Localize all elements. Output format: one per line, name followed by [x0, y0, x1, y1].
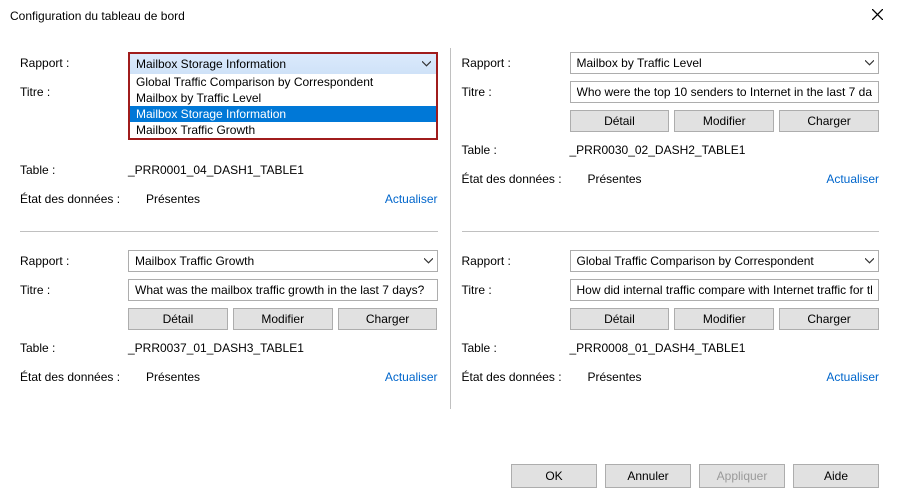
datastate-value: Présentes — [128, 192, 200, 206]
report-combo-open[interactable]: Mailbox Storage Information Global Traff… — [128, 52, 438, 74]
title-input[interactable] — [570, 81, 880, 103]
detail-button[interactable]: Détail — [570, 110, 670, 132]
panel-top-right: Rapport : Mailbox by Traffic Level Titre… — [462, 34, 880, 231]
modify-button[interactable]: Modifier — [674, 308, 774, 330]
report-combo-value: Mailbox Storage Information — [136, 57, 286, 71]
report-combo-value: Mailbox by Traffic Level — [577, 56, 702, 70]
report-label: Rapport : — [462, 56, 570, 70]
table-label: Table : — [20, 163, 128, 177]
report-combo-selected[interactable]: Mailbox Storage Information — [128, 52, 438, 74]
datastate-value: Présentes — [570, 172, 642, 186]
table-label: Table : — [462, 341, 570, 355]
title-bar: Configuration du tableau de bord — [0, 0, 899, 32]
title-label: Titre : — [20, 85, 128, 99]
combo-option[interactable]: Mailbox by Traffic Level — [130, 90, 436, 106]
close-icon — [872, 9, 883, 23]
table-value: _PRR0001_04_DASH1_TABLE1 — [128, 163, 304, 177]
table-label: Table : — [462, 143, 570, 157]
load-button[interactable]: Charger — [779, 110, 879, 132]
modify-button[interactable]: Modifier — [674, 110, 774, 132]
ok-button[interactable]: OK — [511, 464, 597, 488]
report-combo-value: Mailbox Traffic Growth — [135, 254, 254, 268]
report-combo[interactable]: Mailbox Traffic Growth — [128, 250, 438, 272]
title-label: Titre : — [20, 283, 128, 297]
title-input[interactable] — [128, 279, 438, 301]
combo-option[interactable]: Global Traffic Comparison by Corresponde… — [130, 74, 436, 90]
table-value: _PRR0030_02_DASH2_TABLE1 — [570, 143, 746, 157]
load-button[interactable]: Charger — [779, 308, 879, 330]
report-label: Rapport : — [462, 254, 570, 268]
help-button[interactable]: Aide — [793, 464, 879, 488]
panel-top-left: Rapport : Mailbox Storage Information Gl… — [20, 34, 438, 231]
chevron-down-icon — [422, 61, 431, 67]
datastate-value: Présentes — [128, 370, 200, 384]
refresh-link[interactable]: Actualiser — [826, 370, 879, 384]
table-value: _PRR0037_01_DASH3_TABLE1 — [128, 341, 304, 355]
datastate-label: État des données : — [20, 192, 128, 206]
refresh-link[interactable]: Actualiser — [385, 192, 438, 206]
title-label: Titre : — [462, 85, 570, 99]
table-label: Table : — [20, 341, 128, 355]
datastate-label: État des données : — [462, 370, 570, 384]
modify-button[interactable]: Modifier — [233, 308, 333, 330]
report-combo-value: Global Traffic Comparison by Corresponde… — [577, 254, 814, 268]
combo-option-selected[interactable]: Mailbox Storage Information — [130, 106, 436, 122]
report-combo[interactable]: Global Traffic Comparison by Corresponde… — [570, 250, 880, 272]
panel-bottom-left: Rapport : Mailbox Traffic Growth Titre :… — [20, 231, 438, 409]
refresh-link[interactable]: Actualiser — [385, 370, 438, 384]
table-value: _PRR0008_01_DASH4_TABLE1 — [570, 341, 746, 355]
title-label: Titre : — [462, 283, 570, 297]
load-button[interactable]: Charger — [338, 308, 438, 330]
dashboard-grid: Rapport : Mailbox Storage Information Gl… — [20, 34, 879, 409]
detail-button[interactable]: Détail — [570, 308, 670, 330]
detail-button[interactable]: Détail — [128, 308, 228, 330]
datastate-label: État des données : — [20, 370, 128, 384]
window-title: Configuration du tableau de bord — [10, 9, 185, 23]
report-label: Rapport : — [20, 254, 128, 268]
combo-option[interactable]: Mailbox Traffic Growth — [130, 122, 436, 138]
close-button[interactable] — [865, 4, 889, 28]
title-input[interactable] — [570, 279, 880, 301]
datastate-label: État des données : — [462, 172, 570, 186]
panel-bottom-right: Rapport : Global Traffic Comparison by C… — [462, 231, 880, 409]
vertical-divider — [450, 48, 451, 409]
apply-button[interactable]: Appliquer — [699, 464, 785, 488]
report-combo[interactable]: Mailbox by Traffic Level — [570, 52, 880, 74]
dialog-footer: OK Annuler Appliquer Aide — [511, 464, 879, 488]
report-combo-list: Global Traffic Comparison by Corresponde… — [128, 74, 438, 140]
cancel-button[interactable]: Annuler — [605, 464, 691, 488]
report-label: Rapport : — [20, 56, 128, 70]
datastate-value: Présentes — [570, 370, 642, 384]
refresh-link[interactable]: Actualiser — [826, 172, 879, 186]
